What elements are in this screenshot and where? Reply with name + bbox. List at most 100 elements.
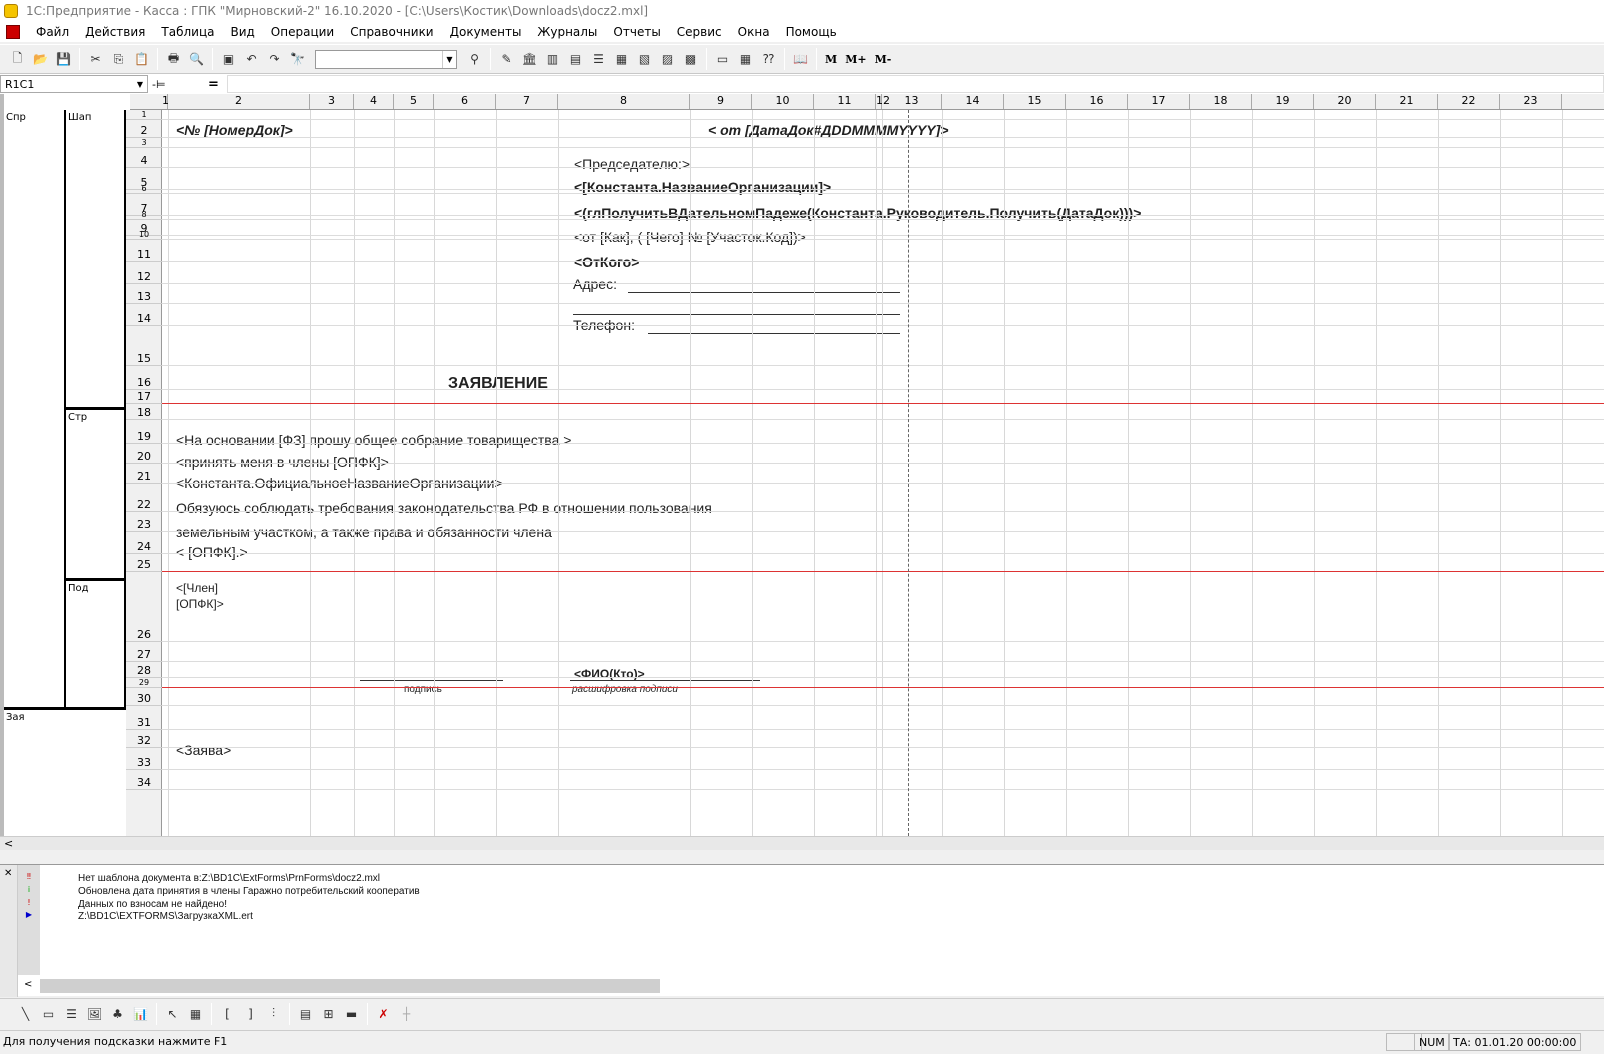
row-header-cell[interactable]: 18 (126, 404, 162, 420)
menu-references[interactable]: Справочники (342, 25, 441, 39)
cell-grid[interactable]: <№ [НомерДок]> < от [ДатаДок#ДDDMMMMYYYY… (162, 110, 1604, 836)
section-zayava[interactable]: Зая (4, 710, 126, 725)
row-header-cell[interactable]: 14 (126, 304, 162, 326)
cell-zayava[interactable]: <Заява> (176, 742, 231, 758)
undo-icon[interactable]: ↶ (241, 49, 262, 70)
bank-icon[interactable]: 🏛 (519, 49, 540, 70)
column-header-cell[interactable]: 15 (1004, 94, 1066, 109)
menu-help[interactable]: Помощь (778, 25, 845, 39)
paste-icon[interactable]: 📋 (131, 49, 152, 70)
pin-icon[interactable]: -⊨ (152, 78, 172, 91)
cell-text-line-2[interactable]: <принять меня в члены [ОПФК]> (176, 454, 389, 470)
menu-reports[interactable]: Отчеты (605, 25, 668, 39)
cell-text-line-6[interactable]: < [ОПФК].> (176, 544, 248, 560)
pointer-icon[interactable]: ↖ (162, 1003, 183, 1024)
row-header-cell[interactable]: 13 (126, 284, 162, 304)
calculator-icon[interactable]: ▭ (712, 49, 733, 70)
rectangle-tool-icon[interactable]: ▭ (38, 1003, 59, 1024)
line-tool-icon[interactable]: ╲ (15, 1003, 36, 1024)
menu-view[interactable]: Вид (222, 25, 262, 39)
new-icon[interactable]: 🗋 (7, 49, 28, 70)
edit-form-icon[interactable]: ✎ (496, 49, 517, 70)
document-icon[interactable] (6, 25, 20, 39)
row-header-cell[interactable]: 27 (126, 642, 162, 662)
sections-icon[interactable]: ▤ (295, 1003, 316, 1024)
menu-service[interactable]: Сервис (669, 25, 730, 39)
find-next-icon[interactable]: ⚲ (464, 49, 485, 70)
row-header-cell[interactable]: 23 (126, 512, 162, 532)
ruler-icon[interactable]: ▬ (341, 1003, 362, 1024)
headers-icon[interactable]: ⊞ (318, 1003, 339, 1024)
book-icon[interactable]: ▩ (680, 49, 701, 70)
cell-chairman[interactable]: <Председателю:> (574, 156, 690, 172)
column-header-cell[interactable]: 13 (882, 94, 942, 109)
row-header-cell[interactable]: 31 (126, 706, 162, 730)
column-header-cell[interactable]: 9 (690, 94, 752, 109)
row-header-cell[interactable]: 30 (126, 688, 162, 706)
row-header-cell[interactable]: 4 (126, 148, 162, 168)
print-preview-icon[interactable]: 🔍 (186, 49, 207, 70)
cell-statement-title[interactable]: ЗАЯВЛЕНИЕ (448, 375, 548, 393)
folder-icon[interactable]: ▨ (657, 49, 678, 70)
copy-icon[interactable]: ⎘ (108, 49, 129, 70)
row-header-cell[interactable]: 12 (126, 262, 162, 284)
row-header-cell[interactable]: 16 (126, 366, 162, 390)
open-icon[interactable]: 📂 (30, 49, 51, 70)
book-open-icon[interactable]: 📖 (790, 49, 811, 70)
menu-operations[interactable]: Операции (263, 25, 342, 39)
section-sprav[interactable]: Спр (4, 110, 66, 708)
redo-icon[interactable]: ↷ (264, 49, 285, 70)
print-icon[interactable]: 🖶 (163, 49, 184, 70)
cell-doc-date[interactable]: < от [ДатаДок#ДDDMMMMYYYY]> (708, 122, 948, 138)
column-header-cell[interactable]: 16 (1066, 94, 1128, 109)
help-icon[interactable]: ⁇ (758, 49, 779, 70)
row-header-cell[interactable]: 2 (126, 120, 162, 138)
delete-icon[interactable]: ✗ (373, 1003, 394, 1024)
close-icon[interactable]: ✕ (4, 868, 12, 879)
cell-signature-caption[interactable]: подпись (404, 684, 442, 695)
picture-tool-icon[interactable]: 🖼 (84, 1003, 105, 1024)
search-combo[interactable]: ▼ (315, 49, 457, 69)
section-row[interactable]: Стр (66, 410, 126, 580)
column-header-cell[interactable]: 21 (1376, 94, 1438, 109)
chevron-down-icon[interactable]: ▼ (442, 50, 456, 68)
register-icon[interactable]: ▦ (611, 49, 632, 70)
column-header-cell[interactable]: 22 (1438, 94, 1500, 109)
row-header-cell[interactable]: 1 (126, 110, 162, 120)
row-header-cell[interactable]: 29 (126, 678, 162, 688)
column-header-cell[interactable]: 2 (168, 94, 310, 109)
column-header-cell[interactable]: 14 (942, 94, 1004, 109)
mem-plus-button[interactable]: M+ (841, 53, 870, 66)
mem-button[interactable]: M (821, 53, 841, 66)
column-header-cell[interactable]: 23 (1500, 94, 1562, 109)
cell-from-whom[interactable]: <ОтКого> (574, 254, 639, 270)
menu-documents[interactable]: Документы (442, 25, 530, 39)
row-header-cell[interactable]: 15 (126, 326, 162, 366)
row-header-cell[interactable]: 32 (126, 730, 162, 748)
menu-actions[interactable]: Действия (77, 25, 153, 39)
message-scrollbar-thumb[interactable] (40, 979, 660, 993)
chevron-down-icon[interactable]: ▼ (134, 77, 146, 91)
menu-table[interactable]: Таблица (153, 25, 222, 39)
column-header-cell[interactable]: 4 (354, 94, 394, 109)
row-header-cell[interactable]: 19 (126, 420, 162, 444)
row-header-cell[interactable]: 34 (126, 770, 162, 790)
column-header-cell[interactable]: 8 (558, 94, 690, 109)
bracket-left-icon[interactable]: [ (217, 1003, 238, 1024)
column-header-cell[interactable]: 17 (1128, 94, 1190, 109)
formula-input[interactable] (226, 75, 1604, 93)
text-tool-icon[interactable]: ☰ (61, 1003, 82, 1024)
cell-fio-caption[interactable]: расшифровка подписи (572, 684, 678, 695)
column-header-cell[interactable]: 19 (1252, 94, 1314, 109)
cell-text-line-4[interactable]: Обязуюсь соблюдать требования законодате… (176, 500, 712, 516)
menu-file[interactable]: Файл (28, 25, 77, 39)
bracket-right-icon[interactable]: ] (240, 1003, 261, 1024)
find-icon[interactable]: 🔭 (287, 49, 308, 70)
row-header-cell[interactable]: 25 (126, 554, 162, 572)
mem-minus-button[interactable]: M- (871, 53, 896, 66)
column-header-cell[interactable]: 5 (394, 94, 434, 109)
column-header-cell[interactable]: 3 (310, 94, 354, 109)
chart-tool-icon[interactable]: 📊 (130, 1003, 151, 1024)
cell-address-label[interactable]: Адрес: (573, 276, 617, 292)
horizontal-scrollbar[interactable]: < (0, 836, 1604, 850)
